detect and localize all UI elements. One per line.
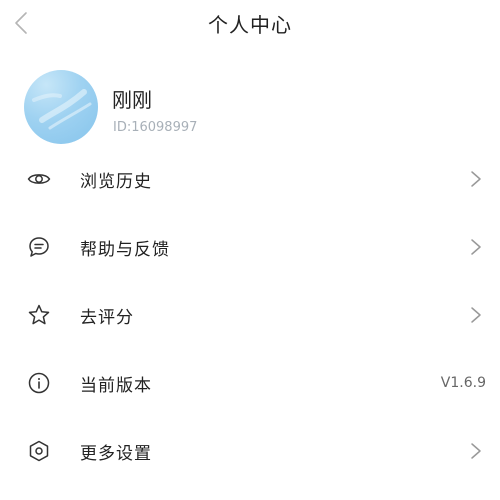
version-value: V1.6.9 xyxy=(440,375,486,391)
chevron-right-icon xyxy=(471,171,481,187)
avatar[interactable] xyxy=(24,70,98,144)
menu-item-browse-history[interactable]: 浏览历史 xyxy=(0,145,500,213)
hexagon-settings-icon xyxy=(27,439,51,463)
eye-icon xyxy=(27,167,51,191)
menu-item-rate[interactable]: 去评分 xyxy=(0,281,500,349)
star-icon xyxy=(27,303,51,327)
username: 刚刚 xyxy=(112,88,152,112)
chevron-right-icon xyxy=(471,307,481,323)
page-title: 个人中心 xyxy=(208,13,292,37)
info-icon xyxy=(27,371,51,395)
header: 个人中心 xyxy=(0,0,500,48)
user-id: ID:16098997 xyxy=(113,120,198,135)
profile-center-page: 个人中心 刚刚 ID:16098997 浏览历史 帮助与反馈 去评分 当前版本 … xyxy=(0,0,500,500)
menu-item-more-settings[interactable]: 更多设置 xyxy=(0,417,500,485)
menu-label: 当前版本 xyxy=(80,376,152,396)
menu-item-help-feedback[interactable]: 帮助与反馈 xyxy=(0,213,500,281)
chat-bubble-icon xyxy=(27,235,51,259)
menu-label: 更多设置 xyxy=(80,444,152,464)
menu-label: 去评分 xyxy=(80,308,134,328)
menu-list: 浏览历史 帮助与反馈 去评分 当前版本 V1.6.9 更多设置 xyxy=(0,145,500,485)
menu-item-current-version: 当前版本 V1.6.9 xyxy=(0,349,500,417)
menu-label: 帮助与反馈 xyxy=(80,240,170,260)
profile-card[interactable]: 刚刚 ID:16098997 xyxy=(0,66,500,146)
menu-label: 浏览历史 xyxy=(80,172,152,192)
chevron-right-icon xyxy=(471,443,481,459)
chevron-right-icon xyxy=(471,239,481,255)
sky-avatar-image xyxy=(32,89,92,130)
